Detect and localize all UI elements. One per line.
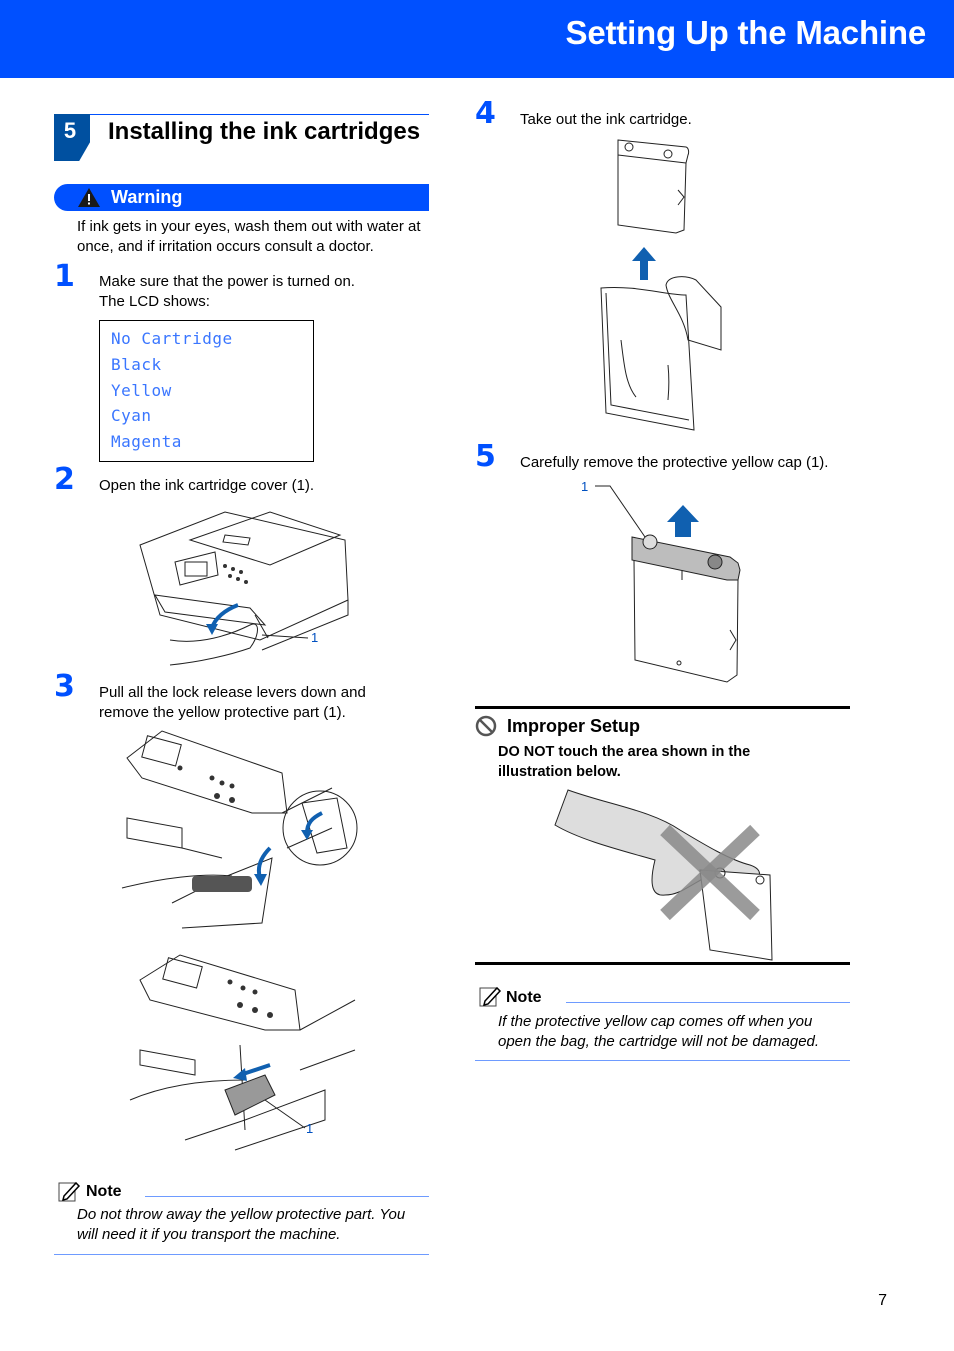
step-number-4: 4 — [475, 96, 496, 131]
cartridge-cap-illustration — [595, 485, 741, 683]
improper-setup-text: DO NOT touch the area shown in the illus… — [498, 743, 750, 782]
step-5-text: Carefully remove the protective yellow c… — [520, 454, 829, 471]
step-1-text: Make sure that the power is turned on. T… — [99, 272, 355, 311]
improper-setup-title: Improper Setup — [507, 716, 641, 736]
step-number-5: 5 — [475, 439, 496, 474]
callout-label: 1 — [311, 630, 319, 645]
warning-text: If ink gets in your eyes, wash them out … — [77, 218, 421, 255]
step-1-line-1: Make sure that the power is turned on. — [99, 273, 355, 290]
note-pencil-icon — [58, 1181, 81, 1202]
prohibited-icon — [475, 715, 497, 737]
warning-label: Warning — [111, 187, 183, 207]
note-line: If the protective yellow cap comes off w… — [498, 1013, 813, 1030]
improper-line: illustration below. — [498, 763, 621, 780]
remove-protective-part-illustration — [129, 954, 356, 1151]
note-rule-top — [566, 1002, 850, 1003]
improper-line: DO NOT touch the area shown in the — [498, 744, 751, 760]
page-number: 7 — [878, 1292, 887, 1309]
step-number-1: 1 — [54, 259, 75, 294]
lcd-line: No Cartridge — [111, 329, 233, 348]
printer-open-cover-illustration — [139, 511, 349, 666]
section-rule — [90, 114, 429, 115]
step-4-text: Take out the ink cartridge. — [520, 111, 692, 128]
lcd-line: Magenta — [111, 432, 182, 451]
lcd-line: Black — [111, 355, 162, 374]
note-text: Do not throw away the yellow protective … — [77, 1205, 405, 1245]
section-title: Installing the ink cartridges — [108, 118, 421, 145]
step-3-line-1: Pull all the lock release levers down an… — [99, 684, 366, 701]
step-3-text: Pull all the lock release levers down an… — [99, 683, 366, 722]
improper-rule-bottom — [475, 962, 850, 965]
lcd-line: Cyan — [111, 406, 152, 425]
step-number-2: 2 — [54, 462, 75, 497]
note-rule-top — [145, 1196, 429, 1197]
note-rule-bottom — [54, 1254, 429, 1255]
step-number-3: 3 — [54, 669, 75, 704]
improper-rule-top — [475, 706, 850, 709]
lcd-line: Yellow — [111, 381, 172, 400]
ink-cartridge-bag-illustration — [600, 139, 722, 431]
note-line: Do not throw away the yellow protective … — [77, 1206, 406, 1223]
note-line: will need it if you transport the machin… — [77, 1226, 341, 1243]
note-text: If the protective yellow cap comes off w… — [498, 1012, 819, 1052]
step-3-line-2: remove the yellow protective part (1). — [99, 703, 346, 721]
callout-label: 1 — [306, 1121, 314, 1136]
note-line: open the bag, the cartridge will not be … — [498, 1033, 820, 1050]
do-not-touch-illustration — [554, 789, 773, 961]
step-1-line-2: The LCD shows: — [99, 292, 210, 310]
note-label: Note — [86, 1183, 122, 1200]
lcd-display: No Cartridge Black Yellow Cyan Magenta — [99, 320, 314, 462]
warning-triangle-icon — [78, 188, 100, 207]
note-pencil-icon — [479, 986, 502, 1007]
note-label: Note — [506, 989, 542, 1006]
note-rule-bottom — [475, 1060, 850, 1061]
section-number: 5 — [63, 118, 77, 143]
page-title: Setting Up the Machine — [565, 14, 927, 51]
step-2-text: Open the ink cartridge cover (1). — [99, 477, 315, 494]
callout-label: 1 — [581, 479, 589, 494]
lock-release-levers-illustration — [121, 730, 358, 929]
